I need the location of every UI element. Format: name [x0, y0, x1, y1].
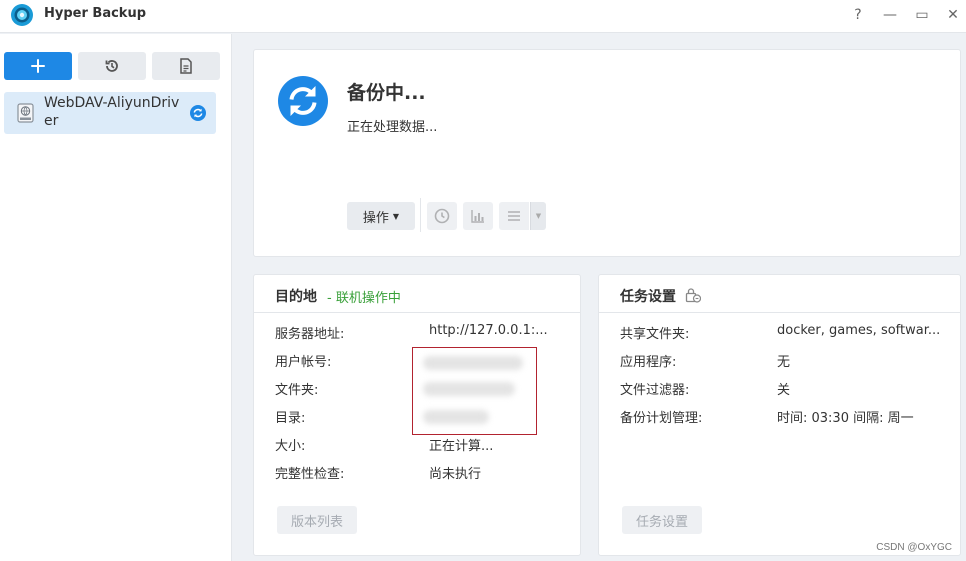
caret-down-icon: ▼: [392, 211, 400, 221]
toolbar-divider: [420, 198, 421, 232]
integrity-check-label: 完整性检查:: [275, 467, 345, 482]
folder-label: 文件夹:: [275, 383, 319, 398]
close-button[interactable]: ✕: [943, 5, 963, 25]
watermark: CSDN @OxYGC: [876, 542, 952, 553]
task-settings-header: 任务设置: [599, 275, 960, 313]
info-row: 大小: 正在计算...: [275, 435, 575, 455]
blurred-text: [423, 356, 523, 370]
file-filter-value: 关: [777, 383, 791, 398]
sidebar: WebDAV-AliyunDriver: [0, 34, 232, 561]
schedule-button: [427, 202, 457, 230]
backup-status-card: 备份中... 正在处理数据... 操作 ▼ ▼: [253, 49, 961, 257]
maximize-button[interactable]: ▭: [912, 5, 932, 25]
document-icon: [180, 58, 192, 74]
version-list-button[interactable]: 版本列表: [277, 506, 357, 534]
shared-folders-value: docker, games, softwar...: [777, 323, 941, 338]
hyper-backup-logo-icon: [11, 4, 33, 26]
restore-button[interactable]: [78, 52, 146, 80]
server-address-value: http://127.0.0.1:...: [429, 323, 548, 338]
lock-icon: [685, 288, 701, 303]
server-address-label: 服务器地址:: [275, 327, 345, 342]
directory-label: 目录:: [275, 411, 306, 426]
blurred-text: [423, 382, 515, 396]
integrity-check-value: 尚未执行: [429, 467, 482, 482]
plus-icon: [31, 59, 45, 73]
add-task-button[interactable]: [4, 52, 72, 80]
statistics-button: [463, 202, 493, 230]
backup-status-subtitle: 正在处理数据...: [347, 120, 438, 135]
log-button[interactable]: [152, 52, 220, 80]
size-label: 大小:: [275, 439, 306, 454]
destination-title: 目的地: [275, 289, 317, 305]
size-value: 正在计算...: [429, 439, 494, 454]
destination-status: - 联机操作中: [327, 291, 401, 306]
network-drive-icon: [17, 103, 34, 123]
title-bar: Hyper Backup ? — ▭ ✕: [0, 0, 966, 33]
destination-header: 目的地 - 联机操作中: [254, 275, 580, 313]
shared-folders-label: 共享文件夹:: [620, 327, 690, 342]
info-row: 应用程序: 无: [620, 351, 920, 371]
task-settings-panel: 任务设置 共享文件夹: docker, games, softwar... 应用…: [598, 274, 961, 556]
file-filter-label: 文件过滤器:: [620, 383, 690, 398]
backup-schedule-value: 时间: 03:30 间隔: 周一: [777, 411, 914, 426]
info-row: 文件过滤器: 关: [620, 379, 920, 399]
applications-value: 无: [777, 355, 791, 370]
sync-icon: [190, 105, 206, 121]
redacted-region: [412, 347, 537, 435]
info-row: 服务器地址: http://127.0.0.1:...: [275, 323, 575, 343]
task-settings-title: 任务设置: [620, 289, 676, 305]
info-row: 完整性检查: 尚未执行: [275, 463, 575, 483]
app-title: Hyper Backup: [44, 6, 147, 21]
list-icon: [508, 211, 520, 221]
bar-chart-icon: [471, 210, 484, 223]
more-menu-button: [499, 202, 529, 230]
action-label: 操作: [362, 210, 389, 226]
clock-icon: [434, 208, 450, 224]
help-button[interactable]: ?: [848, 5, 868, 25]
caret-down-icon: ▼: [530, 202, 546, 230]
backup-status-title: 备份中...: [347, 82, 426, 104]
minimize-button[interactable]: —: [880, 5, 900, 25]
backup-schedule-label: 备份计划管理:: [620, 411, 703, 426]
applications-label: 应用程序:: [620, 355, 677, 370]
info-row: 共享文件夹: docker, games, softwar...: [620, 323, 940, 343]
blurred-text: [423, 410, 489, 424]
destination-panel: 目的地 - 联机操作中 服务器地址: http://127.0.0.1:... …: [253, 274, 581, 556]
user-account-label: 用户帐号:: [275, 355, 332, 370]
action-dropdown-button[interactable]: 操作 ▼: [347, 202, 415, 230]
sync-icon: [278, 76, 328, 126]
restore-icon: [105, 60, 118, 72]
info-row: 备份计划管理: 时间: 03:30 间隔: 周一: [620, 407, 920, 427]
task-settings-button[interactable]: 任务设置: [622, 506, 702, 534]
task-list-item[interactable]: WebDAV-AliyunDriver: [4, 92, 216, 134]
task-name: WebDAV-AliyunDriver: [44, 95, 180, 129]
